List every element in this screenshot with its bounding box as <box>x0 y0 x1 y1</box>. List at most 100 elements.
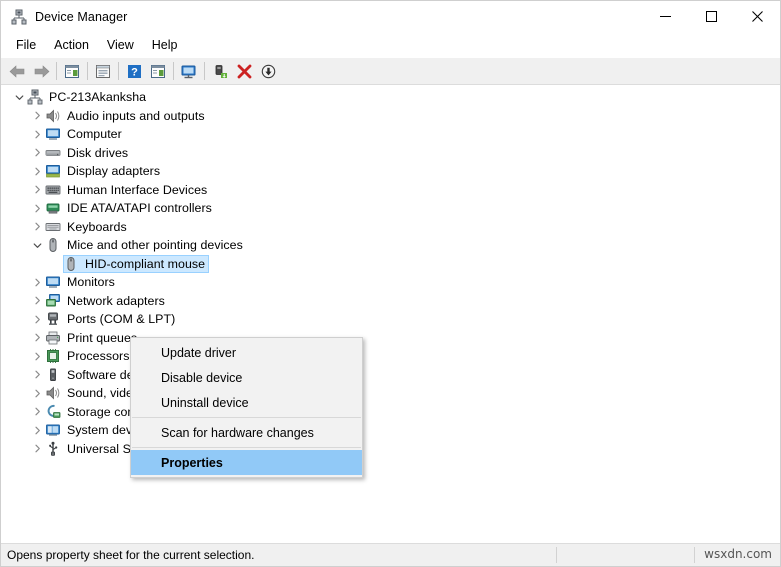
device-context-menu[interactable]: Update driver Disable device Uninstall d… <box>130 337 363 478</box>
toolbar-separator <box>118 62 119 80</box>
tree-item-display-adapters[interactable]: Display adapters <box>1 162 780 181</box>
tree-item-software-devices[interactable]: Software devices <box>1 366 780 385</box>
tree-item-mice-and-other-pointing-devices[interactable]: Mice and other pointing devices <box>1 236 780 255</box>
device-tree-pane[interactable]: PC-213Akanksha Audio inputs and outputs <box>1 85 780 543</box>
context-menu-scan-for-hardware-changes[interactable]: Scan for hardware changes <box>131 420 362 445</box>
tree-item-sound-video-and-game-controllers[interactable]: Sound, video and game controllers <box>1 384 780 403</box>
tree-item-label: Keyboards <box>67 219 127 234</box>
chevron-right-icon[interactable] <box>29 347 45 365</box>
context-menu-properties[interactable]: Properties <box>131 450 362 475</box>
device-manager-window: Device Manager File Action View Help ? P… <box>0 0 781 567</box>
update-driver-button[interactable] <box>208 60 232 82</box>
tree-item-processors[interactable]: Processors <box>1 347 780 366</box>
toolbar-separator <box>87 62 88 80</box>
context-menu-disable-device[interactable]: Disable device <box>131 365 362 390</box>
printer-icon <box>45 330 61 346</box>
tree-item-label: Network adapters <box>67 293 165 308</box>
tree-item-ide-ata-atapi-controllers[interactable]: IDE ATA/ATAPI controllers <box>1 199 780 218</box>
chevron-right-icon[interactable] <box>29 366 45 384</box>
chevron-right-icon[interactable] <box>29 440 45 458</box>
system-device-icon <box>45 422 61 438</box>
chevron-right-icon[interactable] <box>29 107 45 125</box>
maximize-button[interactable] <box>688 1 734 32</box>
tree-item-keyboards[interactable]: Keyboards <box>1 218 780 237</box>
chevron-right-icon[interactable] <box>29 292 45 310</box>
chevron-down-icon[interactable] <box>29 236 45 254</box>
network-adapter-icon <box>45 293 61 309</box>
chevron-right-icon[interactable] <box>29 329 45 347</box>
processor-icon <box>45 348 61 364</box>
disk-drive-icon <box>45 145 61 161</box>
scan-hardware-changes-button[interactable] <box>177 60 201 82</box>
keyboard-icon <box>45 219 61 235</box>
tree-item-human-interface-devices[interactable]: Human Interface Devices <box>1 181 780 200</box>
chevron-right-icon[interactable] <box>29 421 45 439</box>
tree-item-print-queues[interactable]: Print queues <box>1 329 780 348</box>
status-divider <box>556 547 557 563</box>
menu-help[interactable]: Help <box>143 35 187 55</box>
tree-item-label: Audio inputs and outputs <box>67 108 205 123</box>
menu-file[interactable]: File <box>7 35 45 55</box>
show-hide-console-tree-button[interactable] <box>60 60 84 82</box>
tree-item-audio-inputs-and-outputs[interactable]: Audio inputs and outputs <box>1 107 780 126</box>
close-button[interactable] <box>734 1 780 32</box>
disable-device-button[interactable] <box>256 60 280 82</box>
chevron-right-icon[interactable] <box>29 162 45 180</box>
help-button[interactable]: ? <box>122 60 146 82</box>
port-icon <box>45 311 61 327</box>
tree-item-disk-drives[interactable]: Disk drives <box>1 144 780 163</box>
menu-action[interactable]: Action <box>45 35 98 55</box>
back-button[interactable] <box>5 60 29 82</box>
tree-item-ports[interactable]: Ports (COM & LPT) <box>1 310 780 329</box>
context-menu-separator <box>132 417 361 418</box>
chevron-right-icon[interactable] <box>29 273 45 291</box>
storage-controller-icon <box>45 404 61 420</box>
computer-root-icon <box>27 89 43 105</box>
tree-item-label: Ports (COM & LPT) <box>67 312 176 327</box>
tree-item-monitors[interactable]: Monitors <box>1 273 780 292</box>
tree-item-label: HID-compliant mouse <box>85 256 206 271</box>
chevron-right-icon[interactable] <box>29 384 45 402</box>
tree-item-storage-controllers[interactable]: Storage controllers <box>1 403 780 422</box>
toolbar: ? <box>1 58 780 85</box>
chevron-down-icon[interactable] <box>11 88 27 106</box>
monitor-icon <box>45 274 61 290</box>
forward-button[interactable] <box>29 60 53 82</box>
device-manager-icon <box>11 9 27 25</box>
context-menu-uninstall-device[interactable]: Uninstall device <box>131 390 362 415</box>
minimize-button[interactable] <box>642 1 688 32</box>
tree-item-system-devices[interactable]: System devices <box>1 421 780 440</box>
chevron-right-icon[interactable] <box>29 144 45 162</box>
tree-item-label: IDE ATA/ATAPI controllers <box>67 201 212 216</box>
tree-item-label: Print queues <box>67 330 138 345</box>
chevron-right-icon[interactable] <box>29 218 45 236</box>
menu-view[interactable]: View <box>98 35 143 55</box>
chevron-right-icon[interactable] <box>29 310 45 328</box>
tree-item-label: Display adapters <box>67 164 161 179</box>
tree-item-computer[interactable]: Computer <box>1 125 780 144</box>
tree-item-label: Monitors <box>67 275 115 290</box>
chevron-right-icon[interactable] <box>29 403 45 421</box>
window-controls <box>642 1 780 32</box>
speaker-icon <box>45 385 61 401</box>
tree-item-hid-compliant-mouse[interactable]: HID-compliant mouse <box>1 254 780 273</box>
tree-item-label: Processors <box>67 349 130 364</box>
properties-button[interactable] <box>91 60 115 82</box>
toolbar-separator <box>173 62 174 80</box>
hid-icon <box>45 182 61 198</box>
chevron-right-icon[interactable] <box>29 181 45 199</box>
display-adapter-icon <box>45 163 61 179</box>
tree-item-network-adapters[interactable]: Network adapters <box>1 292 780 311</box>
tree-item-root[interactable]: PC-213Akanksha <box>1 88 780 107</box>
context-menu-update-driver[interactable]: Update driver <box>131 340 362 365</box>
status-bar: Opens property sheet for the current sel… <box>1 543 780 566</box>
tree-item-label: Computer <box>67 127 122 142</box>
chevron-right-icon[interactable] <box>29 199 45 217</box>
view-list-button[interactable] <box>146 60 170 82</box>
uninstall-device-button[interactable] <box>232 60 256 82</box>
chevron-right-icon[interactable] <box>29 125 45 143</box>
tree-item-universal-serial-bus-controllers[interactable]: Universal Serial Bus controllers <box>1 440 780 459</box>
software-device-icon <box>45 367 61 383</box>
toolbar-separator <box>56 62 57 80</box>
menu-bar: File Action View Help <box>1 32 780 58</box>
